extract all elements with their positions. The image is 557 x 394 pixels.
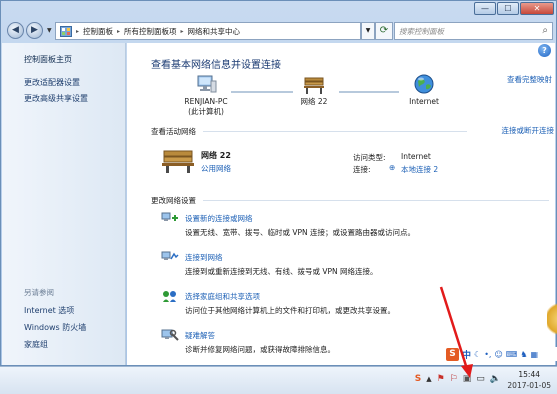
clock-date: 2017-01-05	[507, 381, 551, 390]
section-divider	[203, 131, 467, 132]
connect-network-icon	[161, 251, 179, 260]
sogou-logo-icon[interactable]: S	[446, 347, 459, 361]
punctuation-icon[interactable]: •,	[484, 350, 491, 359]
clock-time: 15:44	[518, 370, 541, 379]
taskbar: S ▲ ⚑ ⚐ ▣ ▭ 🔈 15:44 2017-01-05	[0, 366, 557, 394]
breadcrumb-control-panel[interactable]: 控制面板	[83, 26, 113, 37]
connection-status-icon: ⊕	[389, 163, 396, 172]
new-connection-icon	[161, 212, 178, 221]
address-bar[interactable]: ▸ 控制面板 ▸ 所有控制面板项 ▸ 网络和共享中心	[55, 22, 361, 40]
breadcrumb-all-items[interactable]: 所有控制面板项	[124, 26, 177, 37]
refresh-button[interactable]: ⟳	[375, 22, 393, 40]
moon-icon[interactable]: ☾	[474, 350, 481, 359]
search-icon[interactable]: ⌕	[542, 25, 548, 36]
network-tray-icon[interactable]: ▭	[476, 373, 485, 385]
breadcrumb-separator: ▸	[180, 27, 184, 35]
active-network-name: 网络 22	[201, 151, 231, 160]
internet-options-link[interactable]: Internet 选项	[24, 305, 74, 316]
computer-name: RENJIAN-PC	[184, 97, 228, 106]
network-node-label: 网络 22	[300, 97, 328, 106]
security-tray-icon[interactable]: ⚑	[437, 373, 445, 385]
windows-firewall-link[interactable]: Windows 防火墙	[24, 322, 86, 333]
section-divider	[203, 200, 549, 201]
connect-disconnect-link[interactable]: 连接或断开连接	[502, 125, 555, 136]
keyboard-icon[interactable]: ⌨	[506, 350, 518, 359]
active-networks-heading: 查看活动网络	[151, 127, 196, 136]
breadcrumb-separator: ▸	[76, 27, 80, 35]
chevron-down-icon: ▼	[365, 27, 371, 34]
search-placeholder: 搜索控制面板	[399, 26, 444, 36]
forward-button[interactable]: ▶	[26, 22, 43, 39]
map-network-node: 网络 22	[279, 73, 349, 107]
computer-icon	[197, 75, 217, 93]
homegroup-sharing-link[interactable]: 选择家庭组和共享选项	[185, 291, 260, 302]
computer-sublabel: (此计算机)	[188, 107, 224, 116]
title-bar[interactable]: — ☐ ✕	[1, 1, 557, 17]
ime-language-toggle[interactable]: 中	[462, 348, 471, 361]
breadcrumb-network-center[interactable]: 网络和共享中心	[188, 26, 241, 37]
history-dropdown-icon[interactable]: ▼	[47, 27, 52, 34]
back-arrow-icon: ◀	[12, 25, 19, 35]
connect-to-network-link[interactable]: 连接到网络	[185, 252, 223, 263]
smiley-icon[interactable]: ☺	[494, 350, 502, 359]
bench-icon	[304, 77, 324, 94]
window-controls: — ☐ ✕	[474, 2, 554, 15]
change-adapter-settings-link[interactable]: 更改适配器设置	[24, 77, 80, 88]
refresh-icon: ⟳	[379, 25, 389, 36]
desktop-gadget-edge	[547, 300, 557, 338]
connect-to-network-desc: 连接到或重新连接到无线、有线、拨号或 VPN 网络连接。	[185, 267, 378, 276]
search-input[interactable]: 搜索控制面板 ⌕	[394, 22, 553, 40]
shirt-icon[interactable]: ♞	[520, 350, 527, 359]
homegroup-link[interactable]: 家庭组	[24, 339, 48, 350]
setup-new-connection-link[interactable]: 设置新的连接或网络	[185, 213, 253, 224]
control-panel-home-link[interactable]: 控制面板主页	[24, 54, 72, 65]
network-location-link[interactable]: 公用网络	[201, 163, 231, 174]
maximize-button[interactable]: ☐	[497, 2, 519, 15]
access-type-label: 访问类型:	[353, 153, 386, 162]
change-advanced-sharing-link[interactable]: 更改高级共享设置	[24, 93, 88, 104]
map-internet-node: Internet	[389, 73, 459, 107]
control-panel-icon	[60, 25, 72, 37]
flag-tray-icon[interactable]: ⚐	[450, 373, 458, 385]
system-tray: S ▲ ⚑ ⚐ ▣ ▭ 🔈	[415, 373, 501, 385]
sogou-tray-icon[interactable]: S	[415, 373, 421, 385]
address-dropdown-button[interactable]: ▼	[361, 22, 375, 40]
device-tray-icon[interactable]: ▣	[463, 373, 472, 385]
setup-new-connection-desc: 设置无线、宽带、拨号、临时或 VPN 连接；或设置路由器或访问点。	[185, 228, 416, 237]
globe-icon	[414, 74, 434, 94]
help-icon: ?	[542, 46, 547, 55]
close-button[interactable]: ✕	[520, 2, 554, 15]
network-bench-icon	[162, 150, 194, 173]
troubleshoot-link[interactable]: 疑难解答	[185, 330, 215, 341]
main-pane: ? 查看基本网络信息并设置连接 查看完整映射 RENJIAN-PC (此计算机)…	[127, 43, 555, 365]
left-pane: 控制面板主页 更改适配器设置 更改高级共享设置 另请参阅 Internet 选项…	[2, 43, 126, 365]
homegroup-sharing-desc: 访问位于其他网络计算机上的文件和打印机，或更改共享设置。	[185, 306, 395, 315]
page-title: 查看基本网络信息并设置连接	[151, 60, 281, 71]
local-connection-link[interactable]: 本地连接 2	[401, 164, 438, 175]
ime-toolbar[interactable]: S 中 ☾ •, ☺ ⌨ ♞ ▦	[446, 347, 557, 361]
address-row: ◀ ▶ ▼ ▸ 控制面板 ▸ 所有控制面板项 ▸ 网络和共享中心 ▼ ⟳ 搜索控…	[1, 19, 557, 43]
minimize-button[interactable]: —	[474, 2, 496, 15]
homegroup-icon	[163, 291, 176, 302]
map-computer-node: RENJIAN-PC (此计算机)	[171, 73, 241, 117]
back-button[interactable]: ◀	[7, 22, 24, 39]
change-settings-heading: 更改网络设置	[151, 196, 196, 205]
breadcrumb-separator: ▸	[117, 27, 121, 35]
forward-arrow-icon: ▶	[31, 25, 38, 35]
taskbar-clock[interactable]: 15:44 2017-01-05	[507, 369, 551, 391]
troubleshoot-desc: 诊断并修复网络问题，或获得故障排除信息。	[185, 345, 335, 354]
show-hidden-icons-icon[interactable]: ▲	[426, 373, 431, 385]
view-full-map-link[interactable]: 查看完整映射	[507, 74, 552, 85]
help-button[interactable]: ?	[538, 44, 551, 57]
volume-icon[interactable]: 🔈	[490, 373, 501, 385]
troubleshoot-icon	[161, 329, 179, 341]
grid-icon[interactable]: ▦	[531, 350, 539, 359]
internet-node-label: Internet	[409, 97, 439, 106]
connection-label: 连接:	[353, 165, 371, 174]
see-also-heading: 另请参阅	[24, 288, 54, 297]
access-type-value: Internet	[401, 152, 431, 161]
